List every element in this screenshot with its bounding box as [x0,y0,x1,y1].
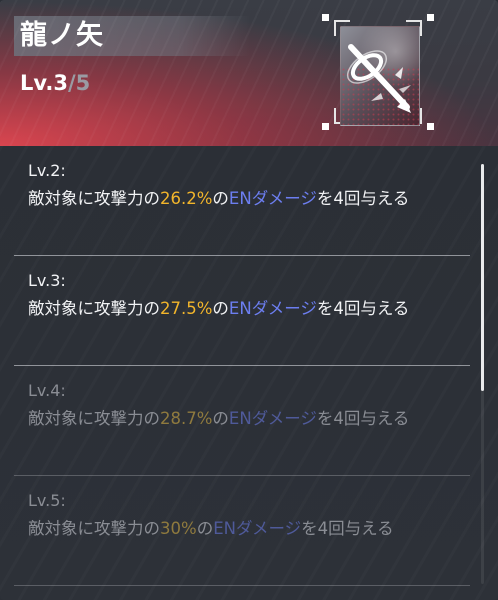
level-separator: / [67,71,76,95]
entry-level-label: Lv.3: [28,271,66,290]
scrollbar-thumb[interactable] [481,164,484,391]
level-entry-5: Lv.5: 敵対象に攻撃力の30%のENダメージを4回与える [14,476,470,586]
entry-description: 敵対象に攻撃力の28.7%のENダメージを4回与える [28,406,468,432]
skill-icon-frame[interactable] [322,14,434,130]
entry-level-label: Lv.5: [28,491,66,510]
damage-percent: 28.7% [160,409,213,428]
damage-type: ENダメージ [228,409,317,428]
desc-text: の [212,409,229,428]
damage-percent: 30% [160,519,197,538]
entry-level-label: Lv.2: [28,161,66,180]
entry-level-label: Lv.4: [28,381,66,400]
level-entry-2: Lv.2: 敵対象に攻撃力の26.2%のENダメージを4回与える [14,146,470,256]
desc-text: を4回与える [316,189,410,208]
level-prefix: Lv. [20,71,54,95]
desc-text: 敵対象に攻撃力の [28,299,160,318]
entry-description: 敵対象に攻撃力の26.2%のENダメージを4回与える [28,186,468,212]
skill-detail-panel: 龍ノ矢 Lv.3/5 Lv.2: 敵対象に攻撃力の26.2%のENダメージを4回… [0,0,498,600]
dragon-arrow-skill-icon [340,26,420,126]
entry-description: 敵対象に攻撃力の30%のENダメージを4回与える [28,516,468,542]
frame-corner-dot [427,123,434,130]
frame-corner-dot [322,14,329,21]
skill-name: 龍ノ矢 [20,20,104,51]
level-entry-3: Lv.3: 敵対象に攻撃力の27.5%のENダメージを4回与える [14,256,470,366]
desc-text: を4回与える [316,299,410,318]
entry-description: 敵対象に攻撃力の27.5%のENダメージを4回与える [28,296,468,322]
desc-text: 敵対象に攻撃力の [28,519,160,538]
skill-header: 龍ノ矢 Lv.3/5 [0,0,498,146]
desc-text: の [212,189,229,208]
frame-corner-dot [322,123,329,130]
desc-text: 敵対象に攻撃力の [28,189,160,208]
level-max: 5 [75,71,91,95]
desc-text: の [212,299,229,318]
damage-percent: 27.5% [160,299,213,318]
desc-text: 敵対象に攻撃力の [28,409,160,428]
level-effects-list[interactable]: Lv.2: 敵対象に攻撃力の26.2%のENダメージを4回与える Lv.3: 敵… [0,146,498,600]
damage-type: ENダメージ [213,519,302,538]
level-entry-4: Lv.4: 敵対象に攻撃力の28.7%のENダメージを4回与える [14,366,470,476]
desc-text: を4回与える [316,409,410,428]
scrollbar[interactable] [481,164,484,584]
level-current: 3 [53,71,68,95]
desc-text: の [196,519,214,538]
damage-type: ENダメージ [228,189,317,208]
desc-text: を4回与える [301,519,394,538]
damage-type: ENダメージ [228,299,317,318]
damage-percent: 26.2% [160,189,213,208]
skill-level: Lv.3/5 [20,68,90,98]
frame-corner-dot [427,14,434,21]
